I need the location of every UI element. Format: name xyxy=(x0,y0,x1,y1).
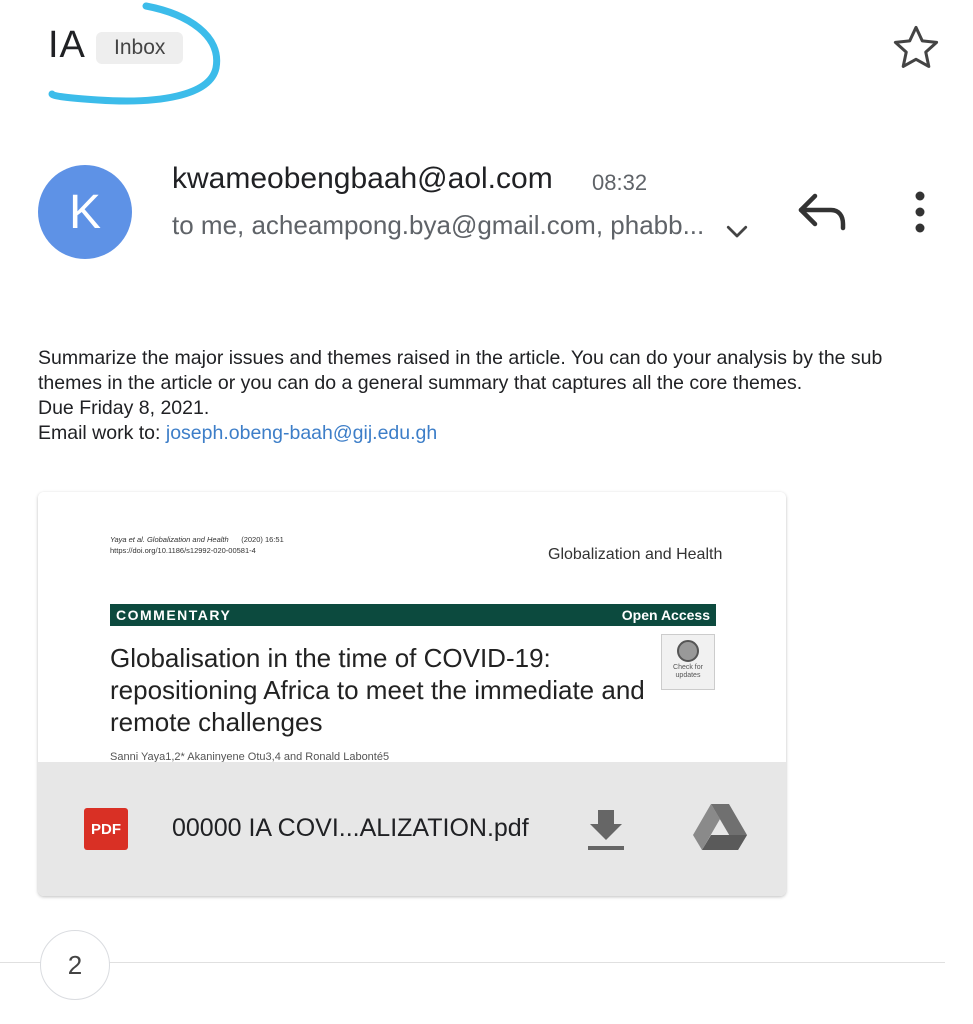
thread-count-bubble[interactable]: 2 xyxy=(40,930,110,1000)
check-updates-icon xyxy=(677,640,699,662)
email-link[interactable]: joseph.obeng-baah@gij.edu.gh xyxy=(166,422,437,444)
download-icon[interactable] xyxy=(586,808,626,852)
pdf-icon: PDF xyxy=(84,808,128,850)
more-vert-icon[interactable] xyxy=(906,188,934,236)
email-work-line: Email work to: joseph.obeng-baah@gij.edu… xyxy=(38,421,938,446)
commentary-bar: COMMENTARY Open Access xyxy=(110,604,716,626)
message-body: Summarize the major issues and themes ra… xyxy=(38,346,938,446)
body-paragraph: Summarize the major issues and themes ra… xyxy=(38,347,883,394)
message-time: 08:32 xyxy=(592,170,648,195)
article-authors: Sanni Yaya1,2* Akaninyene Otu3,4 and Ron… xyxy=(110,751,390,762)
reply-icon[interactable] xyxy=(795,190,849,234)
open-access-label: Open Access xyxy=(621,607,710,623)
google-drive-icon[interactable] xyxy=(692,802,748,852)
sender-email[interactable]: kwameobengbaah@aol.com xyxy=(172,162,553,196)
citation-doi: https://doi.org/10.1186/s12992-020-00581… xyxy=(110,546,256,555)
article-title: Globalisation in the time of COVID-19: r… xyxy=(110,643,645,737)
check-updates-text: Check for updates xyxy=(673,664,703,679)
commentary-label: COMMENTARY xyxy=(116,607,232,623)
check-for-updates-badge: Check for updates xyxy=(661,634,715,690)
star-icon[interactable] xyxy=(890,22,942,74)
journal-name: Globalization and Health xyxy=(548,546,723,563)
attachment-preview[interactable]: Yaya et al. Globalization and Health (20… xyxy=(38,492,786,762)
chevron-down-icon[interactable] xyxy=(722,216,752,246)
article-citation: Yaya et al. Globalization and Health (20… xyxy=(110,534,284,556)
due-date-line: Due Friday 8, 2021. xyxy=(38,397,210,419)
citation-year: (2020) 16:51 xyxy=(241,535,284,544)
thread-divider xyxy=(0,962,945,963)
recipients-line[interactable]: to me, acheampong.bya@gmail.com, phabb..… xyxy=(172,210,704,241)
attachment-filename[interactable]: 00000 IA COVI...ALIZATION.pdf xyxy=(172,814,529,843)
citation-authors: Yaya et al. Globalization and Health xyxy=(110,535,229,544)
hand-drawn-circle-annotation xyxy=(48,2,221,105)
attachment-card[interactable]: Yaya et al. Globalization and Health (20… xyxy=(38,492,786,896)
email-work-label: Email work to: xyxy=(38,422,166,444)
sender-avatar[interactable]: K xyxy=(38,165,132,259)
